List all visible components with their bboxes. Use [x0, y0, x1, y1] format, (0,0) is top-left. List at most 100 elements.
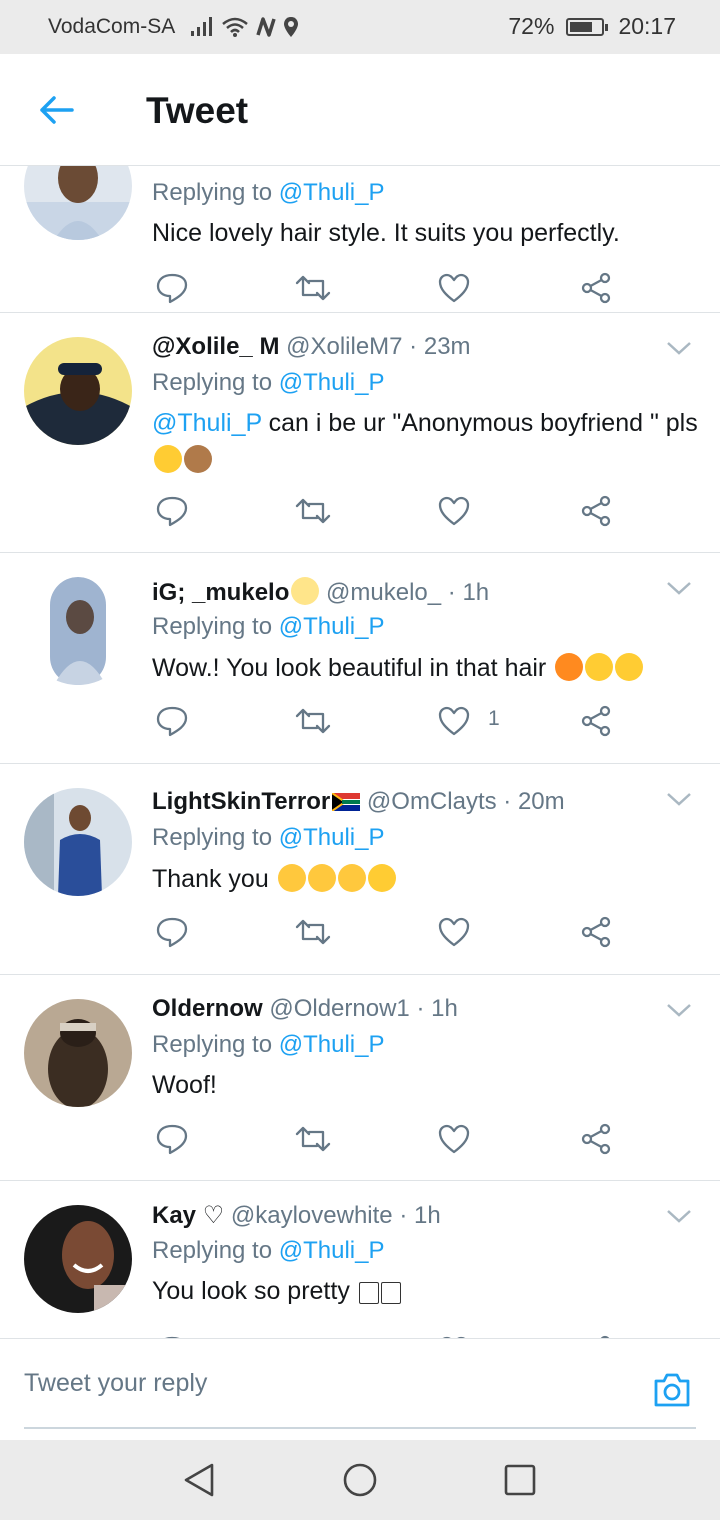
- nav-back-icon[interactable]: [182, 1462, 218, 1498]
- replies-feed[interactable]: Replying to @Thuli_P Nice lovely hair st…: [0, 166, 720, 1338]
- tweet-item[interactable]: @Xolile_ M @XolileM7 · 23m Replying to @…: [0, 313, 720, 553]
- share-button[interactable]: [576, 701, 616, 741]
- ok-hand-emoji: [337, 864, 366, 892]
- like-button[interactable]: [434, 1119, 474, 1159]
- share-nodes-icon: [581, 495, 611, 527]
- share-button[interactable]: [576, 1119, 616, 1159]
- tweet-text: @Thuli_P can i be ur "Anonymous boyfrien…: [152, 409, 698, 438]
- ok-hand-emoji: [307, 864, 336, 892]
- heart-icon: [438, 706, 470, 736]
- mention-link[interactable]: @Thuli_P: [279, 1237, 385, 1264]
- chevron-down-icon[interactable]: [666, 1206, 692, 1226]
- camera-icon[interactable]: [652, 1371, 692, 1409]
- retweet-button[interactable]: [293, 1119, 333, 1159]
- mention-link[interactable]: @Thuli_P: [279, 1031, 385, 1058]
- battery-icon: [566, 17, 609, 36]
- see-no-evil-monkey-emoji: [184, 445, 212, 473]
- tweet-item[interactable]: iG; _mukelo @mukelo_ · 1h Replying to @T…: [0, 553, 720, 764]
- tweet-text: Wow.! You look beautiful in that hair: [152, 653, 644, 683]
- tweet-actions: [0, 268, 720, 308]
- avatar[interactable]: [24, 166, 132, 240]
- retweet-button[interactable]: [293, 268, 333, 308]
- retweet-button[interactable]: [293, 701, 333, 741]
- reply-button[interactable]: [152, 701, 192, 741]
- mention-link[interactable]: @Thuli_P: [152, 409, 262, 437]
- replying-to: Replying to @Thuli_P: [152, 179, 385, 207]
- retweet-arrows-icon: [295, 708, 331, 734]
- replying-to: Replying to @Thuli_P: [152, 824, 385, 852]
- display-name[interactable]: Kay ♡: [152, 1202, 224, 1229]
- tweet-item[interactable]: Oldernow @Oldernow1 · 1h Replying to @Th…: [0, 975, 720, 1181]
- location-icon: [284, 17, 299, 37]
- retweet-button[interactable]: [293, 912, 333, 952]
- like-button[interactable]: [434, 268, 474, 308]
- avatar[interactable]: [24, 788, 132, 896]
- reply-button[interactable]: [152, 491, 192, 531]
- tweet-item[interactable]: LightSkinTerror @OmClayts · 20m Replying…: [0, 764, 720, 975]
- mention-link[interactable]: @Thuli_P: [279, 369, 385, 396]
- status-icons: [189, 16, 299, 38]
- retweet-button[interactable]: [293, 491, 333, 531]
- like-button[interactable]: [434, 1331, 474, 1338]
- wifi-icon: [222, 17, 249, 37]
- signal-icon: [191, 17, 213, 36]
- back-button[interactable]: [36, 90, 76, 130]
- tweet-item[interactable]: Replying to @Thuli_P Nice lovely hair st…: [0, 166, 720, 313]
- like-button[interactable]: [434, 912, 474, 952]
- nav-recents-icon[interactable]: [502, 1462, 538, 1498]
- display-name[interactable]: iG; _mukelo: [152, 579, 289, 606]
- handle-time: @XolileM7 · 23m: [286, 333, 471, 360]
- tweet-item[interactable]: Kay ♡ @kaylovewhite · 1h Replying to @Th…: [0, 1181, 720, 1338]
- ok-hand-emoji: [277, 864, 306, 892]
- mention-link[interactable]: @Thuli_P: [279, 824, 385, 851]
- share-button[interactable]: [576, 1331, 616, 1338]
- tweet-author: LightSkinTerror @OmClayts · 20m: [152, 788, 565, 816]
- fire-emoji: [555, 653, 584, 681]
- replying-to-label: Replying to: [152, 613, 279, 640]
- avatar[interactable]: [24, 577, 132, 685]
- share-nodes-icon: [581, 1123, 611, 1155]
- status-right: 72% 20:17: [508, 13, 676, 40]
- display-name[interactable]: @Xolile_ M: [152, 333, 279, 360]
- avatar[interactable]: [24, 999, 132, 1107]
- like-button[interactable]: [434, 491, 474, 531]
- share-nodes-icon: [581, 705, 611, 737]
- heart-icon: [438, 496, 470, 526]
- share-button[interactable]: [576, 491, 616, 531]
- heart-icon: [438, 1124, 470, 1154]
- replying-to: Replying to @Thuli_P: [152, 1031, 385, 1059]
- tweet-text-body: can i be ur "Anonymous boyfriend " pls: [261, 409, 698, 437]
- chevron-down-icon[interactable]: [666, 789, 692, 809]
- system-nav-bar: [0, 1440, 720, 1520]
- reply-button[interactable]: [152, 268, 192, 308]
- nav-home-icon[interactable]: [342, 1462, 378, 1498]
- retweet-button[interactable]: [293, 1331, 333, 1338]
- mention-link[interactable]: @Thuli_P: [279, 179, 385, 206]
- emoji-line: [152, 445, 212, 475]
- display-name[interactable]: Oldernow: [152, 995, 263, 1022]
- chevron-down-icon[interactable]: [666, 1000, 692, 1020]
- retweet-arrows-icon: [295, 919, 331, 945]
- display-name[interactable]: LightSkinTerror: [152, 788, 330, 815]
- mention-link[interactable]: @Thuli_P: [279, 613, 385, 640]
- dizzy-emoji: [291, 577, 320, 605]
- chevron-down-icon[interactable]: [666, 578, 692, 598]
- reply-button[interactable]: [152, 1331, 192, 1338]
- reply-button[interactable]: [152, 1119, 192, 1159]
- avatar[interactable]: [24, 337, 132, 445]
- share-button[interactable]: [576, 912, 616, 952]
- speech-bubble-icon: [156, 706, 188, 737]
- retweet-arrows-icon: [295, 275, 331, 301]
- chevron-down-icon[interactable]: [666, 338, 692, 358]
- share-button[interactable]: [576, 268, 616, 308]
- like-button[interactable]: [434, 701, 474, 741]
- reply-input[interactable]: Tweet your reply: [24, 1369, 624, 1398]
- replying-to-label: Replying to: [152, 1031, 279, 1058]
- composer-underline: [24, 1427, 696, 1429]
- retweet-arrows-icon: [295, 1126, 331, 1152]
- avatar[interactable]: [24, 1205, 132, 1313]
- hugging-face-emoji: [585, 653, 614, 681]
- south-africa-flag-emoji: [332, 793, 361, 811]
- handle-time: @mukelo_ · 1h: [326, 579, 490, 606]
- reply-button[interactable]: [152, 912, 192, 952]
